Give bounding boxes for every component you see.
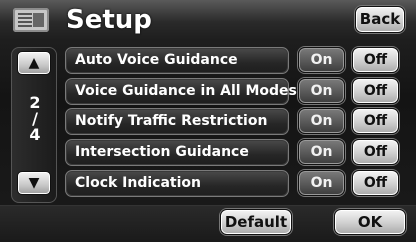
notify-traffic-restriction-off-button[interactable]: Off [352, 108, 399, 134]
page-title: Setup [66, 5, 152, 35]
page-separator: / [32, 109, 38, 128]
menu-block [33, 13, 44, 27]
scroll-down-button[interactable]: ▼ [17, 171, 51, 195]
setting-label: Intersection Guidance [75, 144, 249, 160]
setting-row-voice-guidance-all-modes: Voice Guidance in All Modes [65, 78, 297, 105]
intersection-guidance-on-button[interactable]: On [298, 139, 345, 165]
setup-screen: Setup Back ▲ 2 / 4 ▼ Auto Voice Guidance… [0, 0, 416, 242]
back-button[interactable]: Back [355, 6, 405, 33]
scroll-up-button[interactable]: ▲ [17, 51, 51, 75]
page-total: 4 [29, 125, 41, 144]
up-arrow-icon: ▲ [28, 55, 40, 71]
auto-voice-guidance-on-button[interactable]: On [298, 47, 345, 73]
setting-label: Auto Voice Guidance [75, 52, 238, 68]
clock-indication-off-button[interactable]: Off [352, 170, 399, 196]
setting-label: Clock Indication [75, 175, 201, 191]
voice-guidance-all-modes-off-button[interactable]: Off [352, 78, 399, 104]
setting-label: Notify Traffic Restriction [75, 113, 268, 129]
setting-row-auto-voice-guidance: Auto Voice Guidance [65, 47, 289, 74]
menu-lines [18, 13, 32, 27]
down-arrow-icon: ▼ [28, 175, 40, 191]
setting-row-intersection-guidance: Intersection Guidance [65, 139, 289, 166]
page-current: 2 [29, 93, 41, 112]
menu-list-icon [13, 8, 49, 32]
setting-label: Voice Guidance in All Modes [75, 83, 297, 99]
voice-guidance-all-modes-on-button[interactable]: On [298, 78, 345, 104]
clock-indication-on-button[interactable]: On [298, 170, 345, 196]
setting-row-clock-indication: Clock Indication [65, 170, 289, 197]
notify-traffic-restriction-on-button[interactable]: On [298, 108, 345, 134]
intersection-guidance-off-button[interactable]: Off [352, 139, 399, 165]
setting-row-notify-traffic-restriction: Notify Traffic Restriction [65, 108, 289, 135]
ok-button[interactable]: OK [334, 209, 406, 235]
default-button[interactable]: Default [220, 209, 292, 235]
header-bar: Setup Back [0, 0, 416, 40]
auto-voice-guidance-off-button[interactable]: Off [352, 47, 399, 73]
